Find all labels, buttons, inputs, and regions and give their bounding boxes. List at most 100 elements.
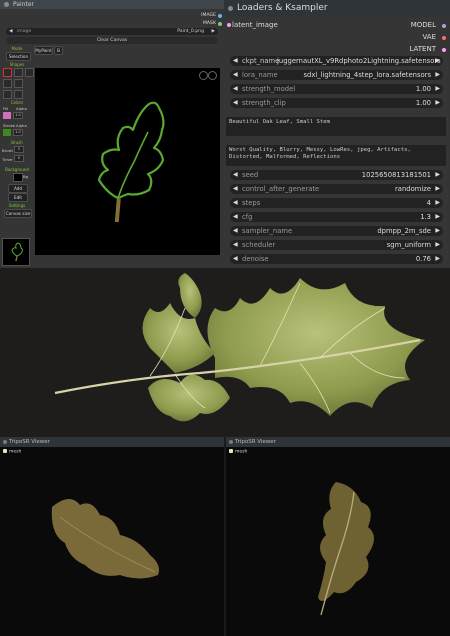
add-button[interactable]: Add (8, 184, 28, 193)
arrow-left-icon[interactable]: ◀ (233, 56, 238, 66)
sampler-name-widget[interactable]: ◀ sampler_name dpmpp_2m_sde ▶ (230, 226, 443, 236)
denoise-widget[interactable]: ◀ denoise 0.76 ▶ (230, 254, 443, 264)
brush-section-label: Brush (11, 140, 23, 145)
oak-leaf-picture (54, 273, 425, 422)
node-collapse-dot-icon[interactable] (4, 2, 9, 7)
seed-widget[interactable]: ◀ seed 1025650813181501 ▶ (230, 170, 443, 180)
output-mask[interactable]: MASK (203, 21, 222, 26)
arrow-right-icon[interactable]: ▶ (435, 240, 440, 250)
node-collapse-dot-icon[interactable] (228, 6, 233, 11)
arrow-right-icon[interactable]: ▶ (435, 56, 440, 66)
output-vae[interactable]: VAE (422, 33, 436, 41)
shape-tool-curve[interactable] (14, 79, 23, 88)
canvas-size-button[interactable]: Canvas size (4, 209, 32, 218)
arrow-left-icon[interactable]: ◀ (233, 184, 238, 194)
arrow-right-icon[interactable]: ▶ (435, 212, 440, 222)
shape-tool-circle[interactable] (25, 68, 34, 77)
vae-pin-icon[interactable] (442, 36, 446, 40)
output-latent[interactable]: LATENT (409, 45, 436, 53)
thumbnail-leaf-image (11, 242, 23, 262)
output-pin-icon[interactable] (218, 22, 222, 26)
control-after-generate-widget[interactable]: ◀ control_after_generate randomize ▶ (230, 184, 443, 194)
arrow-right-icon[interactable]: ▶ (435, 98, 440, 108)
input-pin-icon[interactable] (227, 23, 231, 27)
arrow-right-icon[interactable]: ▶ (435, 170, 440, 180)
arrow-left-icon[interactable]: ◀ (233, 212, 238, 222)
arrow-left-icon[interactable]: ◀ (233, 70, 238, 80)
lora-name-widget[interactable]: ◀ lora_name sdxl_lightning_4step_lora.sa… (230, 70, 443, 80)
positive-prompt-textarea[interactable]: Beautiful Oak Leaf, Small Stem (226, 117, 446, 136)
shape-tool-rect[interactable] (14, 68, 23, 77)
shape-tool-line[interactable] (3, 79, 12, 88)
node-collapse-dot-icon[interactable] (229, 440, 233, 444)
shape-tool-brush[interactable] (3, 90, 12, 99)
cfg-widget[interactable]: ◀ cfg 1.3 ▶ (230, 212, 443, 222)
loaders-ksampler-node[interactable]: Loaders & Ksampler latent_image MODEL VA… (224, 0, 450, 268)
fill-color-swatch[interactable] (3, 112, 11, 119)
mode-label: Mode (11, 46, 23, 51)
leaf-sketch (97, 101, 165, 223)
arrow-left-icon[interactable]: ◀ (233, 170, 238, 180)
generated-oak-leaf-image (0, 268, 450, 437)
arrow-left-icon[interactable]: ◀ (9, 28, 13, 35)
output-model[interactable]: MODEL (411, 21, 436, 29)
shape-tool-red[interactable] (3, 68, 12, 77)
viewer-title: TripoSR Viewer (235, 439, 276, 445)
triposr-viewer-right[interactable]: TripoSR Viewer mesh (226, 437, 450, 636)
stroke-color-swatch[interactable] (3, 129, 11, 136)
image-select-widget[interactable]: ◀ image Paint_0.png ▶ (6, 28, 218, 35)
colors-label: Colors (10, 100, 24, 105)
arrow-right-icon[interactable]: ▶ (435, 84, 440, 94)
arrow-right-icon[interactable]: ▶ (435, 184, 440, 194)
drawing-canvas[interactable] (35, 68, 220, 255)
model-pin-icon[interactable] (442, 24, 446, 28)
arrow-right-icon[interactable]: ▶ (435, 254, 440, 264)
strength-model-widget[interactable]: ◀ strength_model 1.00 ▶ (230, 84, 443, 94)
mesh-render-right[interactable] (226, 447, 450, 636)
shape-tool-erase[interactable] (14, 90, 23, 99)
steps-widget[interactable]: ◀ steps 4 ▶ (230, 198, 443, 208)
edit-button[interactable]: Edit (8, 193, 28, 202)
arrow-right-icon[interactable]: ▶ (435, 70, 440, 80)
arrow-left-icon[interactable]: ◀ (233, 198, 238, 208)
clear-canvas-button[interactable]: Clear Canvas (6, 37, 218, 44)
node-collapse-dot-icon[interactable] (3, 440, 7, 444)
arrow-left-icon[interactable]: ◀ (233, 254, 238, 264)
viewer-title-bar[interactable]: TripoSR Viewer (226, 437, 450, 447)
arrow-left-icon[interactable]: ◀ (233, 98, 238, 108)
output-pin-icon[interactable] (218, 14, 222, 18)
mode-select-button[interactable]: Selection (6, 52, 31, 61)
viewer-title-bar[interactable]: TripoSR Viewer (0, 437, 224, 447)
latent-image-input[interactable]: latent_image (227, 21, 278, 29)
scheduler-widget[interactable]: ◀ scheduler sgm_uniform ▶ (230, 240, 443, 250)
arrow-right-icon[interactable]: ▶ (435, 226, 440, 236)
latent-pin-icon[interactable] (442, 48, 446, 52)
preview-thumbnail[interactable] (2, 238, 30, 266)
arrow-left-icon[interactable]: ◀ (233, 84, 238, 94)
ckpt-name-widget[interactable]: ◀ ckpt_name juggernautXL_v9Rdphoto2Light… (230, 56, 443, 66)
triposr-viewer-left[interactable]: TripoSR Viewer mesh (0, 437, 224, 636)
arrow-left-icon[interactable]: ◀ (233, 226, 238, 236)
mypaint-brush-button[interactable]: B (54, 46, 63, 55)
loader-title-bar[interactable]: Loaders & Ksampler (224, 0, 450, 17)
settings-label: Settings (8, 203, 26, 208)
background-color-swatch[interactable] (13, 173, 23, 182)
background-extra-label: Bg (23, 174, 29, 179)
fill-alpha-input[interactable]: 1.0 (13, 112, 23, 119)
mypaint-button[interactable]: MyPaint (34, 46, 53, 55)
brush-size-label: Brush (2, 148, 13, 153)
arrow-right-icon[interactable]: ▶ (211, 28, 215, 35)
painter-node[interactable]: Painter IMAGE MASK ◀ image Paint_0.png ▶… (0, 0, 224, 268)
strength-clip-widget[interactable]: ◀ strength_clip 1.00 ▶ (230, 98, 443, 108)
background-label: Background (5, 167, 29, 172)
output-image[interactable]: IMAGE (201, 13, 222, 18)
negative-prompt-textarea[interactable]: Worst Quality, Blurry, Messy, LowRes, jp… (226, 145, 446, 166)
brush-size-input[interactable]: 5 (14, 146, 24, 153)
stroke-label: Stroke (3, 123, 16, 128)
painter-title-bar[interactable]: Painter (0, 0, 224, 9)
timer-input[interactable]: 0 (14, 155, 24, 162)
mesh-render-left[interactable] (0, 447, 224, 636)
arrow-left-icon[interactable]: ◀ (233, 240, 238, 250)
stroke-alpha-input[interactable]: 1.0 (13, 129, 23, 136)
arrow-right-icon[interactable]: ▶ (435, 198, 440, 208)
